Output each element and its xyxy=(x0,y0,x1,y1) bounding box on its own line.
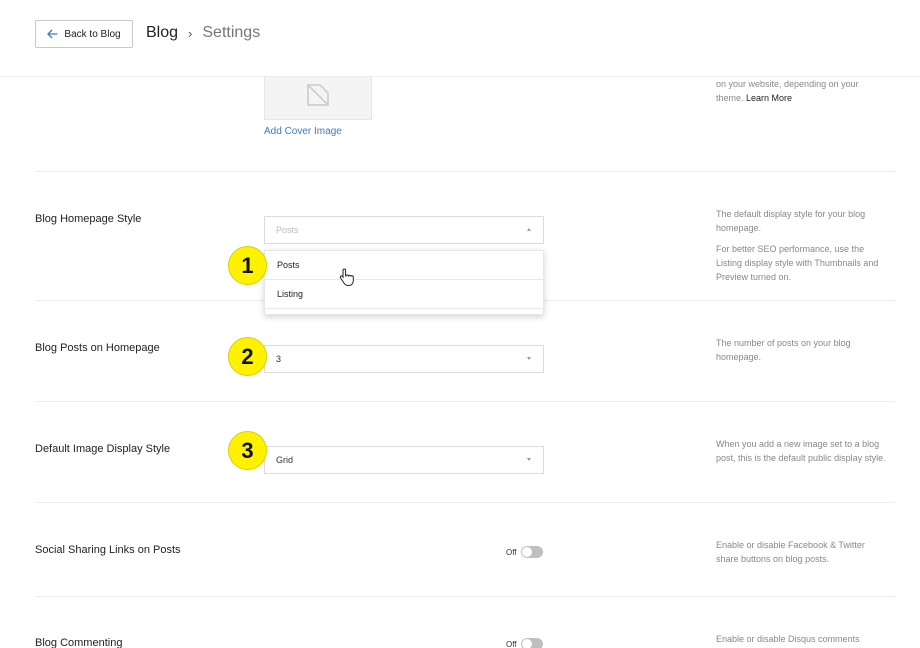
step-badge-2: 2 xyxy=(228,337,267,376)
breadcrumb-blog[interactable]: Blog xyxy=(146,24,178,42)
option-listing[interactable]: Listing xyxy=(265,280,543,309)
commenting-toggle[interactable] xyxy=(520,638,543,648)
option-posts[interactable]: Posts xyxy=(265,251,543,280)
social-sharing-state: Off xyxy=(506,547,517,557)
back-to-blog-label: Back to Blog xyxy=(64,28,121,40)
homepage-style-value: Posts xyxy=(276,225,299,235)
commenting-help: Enable or disable Disqus comments xyxy=(716,634,860,644)
divider xyxy=(35,596,895,597)
image-display-value: Grid xyxy=(276,455,294,465)
divider xyxy=(35,171,895,172)
divider xyxy=(35,401,895,402)
blog-posts-on-homepage-select[interactable]: 3 xyxy=(264,345,544,373)
commenting-state: Off xyxy=(506,639,517,648)
step-badge-1: 1 xyxy=(228,246,267,285)
homepage-style-help-2: For better SEO performance, use the List… xyxy=(716,244,879,282)
social-sharing-toggle-wrap: Off xyxy=(506,546,543,558)
cover-image-placeholder[interactable] xyxy=(264,70,372,120)
commenting-toggle-wrap: Off xyxy=(506,638,543,648)
caret-down-icon xyxy=(527,357,531,360)
blog-homepage-style-select[interactable]: Posts xyxy=(264,216,544,244)
divider xyxy=(35,502,895,503)
add-cover-image-link[interactable]: Add Cover Image xyxy=(264,126,342,137)
blog-commenting-label: Blog Commenting xyxy=(35,637,123,648)
breadcrumb: Blog › Settings xyxy=(146,24,260,42)
posts-count-value: 3 xyxy=(276,354,282,364)
posts-on-homepage-help: The number of posts on your blog homepag… xyxy=(716,338,851,362)
back-to-blog-button[interactable]: Back to Blog xyxy=(35,20,133,48)
top-bar: Back to Blog Blog › Settings xyxy=(0,0,920,77)
blog-homepage-style-label: Blog Homepage Style xyxy=(35,213,142,225)
social-sharing-help: Enable or disable Facebook & Twitter sha… xyxy=(716,540,865,564)
homepage-style-dropdown: Posts Listing xyxy=(264,250,544,315)
breadcrumb-chevron-icon: › xyxy=(188,25,193,41)
caret-up-icon xyxy=(527,228,531,231)
toggle-knob xyxy=(521,547,532,557)
caret-down-icon xyxy=(527,458,531,461)
learn-more-link[interactable]: Learn More xyxy=(746,93,792,103)
image-display-help: When you add a new image set to a blog p… xyxy=(716,439,886,463)
step-badge-3: 3 xyxy=(228,431,267,470)
homepage-style-help-1: The default display style for your blog … xyxy=(716,209,866,233)
social-sharing-label: Social Sharing Links on Posts xyxy=(35,544,181,556)
toggle-knob xyxy=(521,639,532,648)
default-image-display-style-select[interactable]: Grid xyxy=(264,446,544,474)
image-placeholder-icon xyxy=(307,84,329,106)
hand-cursor-icon xyxy=(339,268,354,286)
breadcrumb-settings: Settings xyxy=(202,24,261,41)
default-image-display-style-label: Default Image Display Style xyxy=(35,443,171,455)
arrow-left-icon xyxy=(47,29,58,39)
social-sharing-toggle[interactable] xyxy=(520,546,543,558)
blog-posts-on-homepage-label: Blog Posts on Homepage xyxy=(35,342,160,354)
